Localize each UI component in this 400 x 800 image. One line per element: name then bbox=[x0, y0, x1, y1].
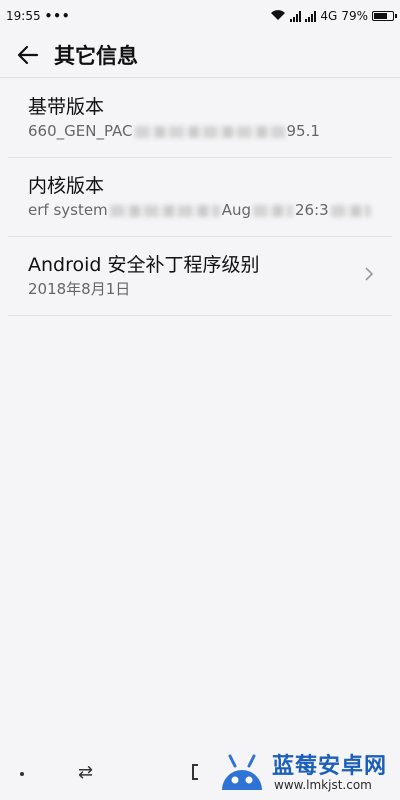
arrow-left-icon bbox=[17, 45, 39, 64]
battery-percent: 79% bbox=[341, 9, 368, 23]
battery-icon bbox=[372, 11, 397, 21]
signal-icon-2 bbox=[305, 10, 317, 22]
list-item-title: 基带版本 bbox=[28, 96, 105, 118]
android-logo-icon bbox=[222, 754, 262, 790]
redacted-text bbox=[134, 125, 285, 138]
list-item-value: 2018年8月1日 bbox=[28, 280, 131, 298]
list-item-title: Android 安全补丁程序级别 bbox=[28, 254, 260, 276]
watermark-url: www.lmkjst.com bbox=[274, 778, 372, 792]
app-header: 其它信息 bbox=[0, 32, 400, 78]
chevron-right-icon bbox=[364, 266, 374, 286]
status-bar: 19:55 ••• 4G 79% bbox=[0, 0, 400, 32]
screen: 19:55 ••• 4G 79% 其它信息 基带版本 660_GEN_PAC 9… bbox=[0, 0, 400, 800]
redacted-text bbox=[330, 204, 371, 217]
signal-icon bbox=[290, 10, 302, 22]
home-icon[interactable] bbox=[192, 764, 198, 780]
back-button[interactable] bbox=[14, 41, 42, 69]
watermark-brand: 蓝莓安卓网 bbox=[272, 754, 388, 779]
redacted-text bbox=[252, 204, 293, 217]
redacted-text bbox=[109, 204, 220, 217]
wifi-icon bbox=[270, 9, 286, 24]
page-title: 其它信息 bbox=[54, 43, 138, 68]
list-item-value: 660_GEN_PAC 95.1 bbox=[28, 122, 320, 140]
dot-icon[interactable] bbox=[20, 772, 24, 776]
info-list: 基带版本 660_GEN_PAC 95.1 内核版本 erf system Aug 2… bbox=[0, 79, 400, 316]
network-type: 4G bbox=[320, 9, 338, 23]
list-item-value: erf system Aug 26:3 bbox=[28, 199, 392, 221]
list-item-security-patch[interactable]: Android 安全补丁程序级别 2018年8月1日 bbox=[8, 237, 392, 316]
status-dots: ••• bbox=[44, 9, 71, 23]
list-item-baseband[interactable]: 基带版本 660_GEN_PAC 95.1 bbox=[8, 79, 392, 158]
list-item-title: 内核版本 bbox=[28, 175, 105, 197]
status-time: 19:55 bbox=[6, 9, 41, 23]
list-item-kernel[interactable]: 内核版本 erf system Aug 26:3 bbox=[8, 158, 392, 237]
swap-icon[interactable]: ⇄ bbox=[78, 762, 93, 783]
watermark: 蓝莓安卓网 www.lmkjst.com bbox=[218, 740, 400, 800]
